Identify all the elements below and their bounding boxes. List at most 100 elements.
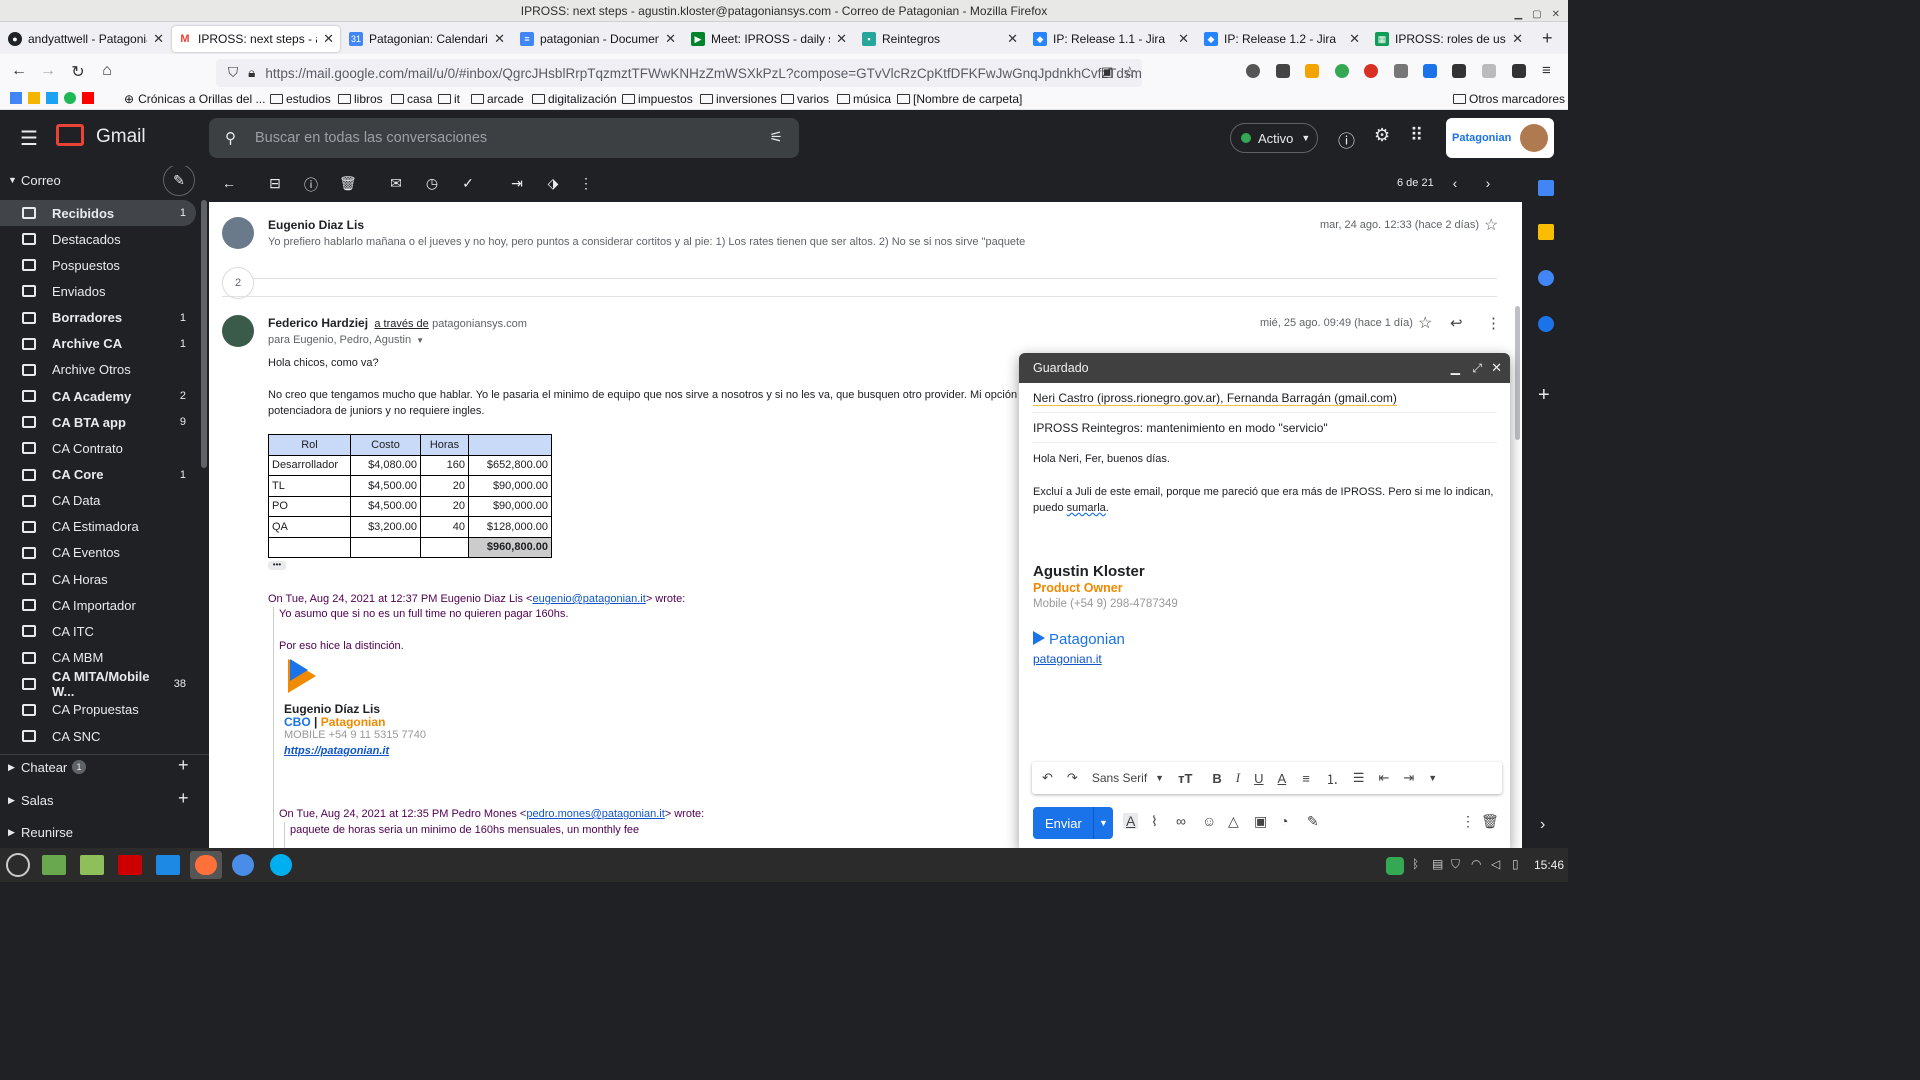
sidebar-item[interactable]: Borradores 1: [0, 305, 196, 331]
sidebar-item[interactable]: CA Eventos: [0, 540, 196, 566]
signature-pen-icon[interactable]: ✎: [1307, 813, 1319, 830]
compose-body-line[interactable]: Hola Neri, Fer, buenos días.: [1033, 453, 1170, 465]
chrome-icon[interactable]: [232, 854, 254, 876]
browser-tab-active[interactable]: MIPROSS: next steps - agus✕: [172, 26, 340, 52]
bookmark-link[interactable]: ⊕ Crónicas a Orillas del ...: [124, 92, 265, 106]
bookmark-folder[interactable]: impuestos: [622, 92, 693, 106]
expand-panel-icon[interactable]: ›: [1540, 816, 1545, 834]
forward-icon[interactable]: →: [37, 62, 59, 80]
extension-icon[interactable]: [1394, 64, 1408, 78]
bookmark-folder[interactable]: digitalización: [532, 92, 617, 106]
clipboard-icon[interactable]: ▤: [1432, 857, 1443, 871]
taskbar-firefox-active[interactable]: [190, 851, 222, 879]
send-button[interactable]: Enviar ▼: [1033, 807, 1113, 839]
drive-icon[interactable]: △: [1228, 813, 1239, 830]
extension-icon[interactable]: [1335, 64, 1349, 78]
text-color-icon[interactable]: A: [1278, 771, 1287, 786]
recipients-line[interactable]: para Eugenio, Pedro, Agustin ▼: [268, 334, 424, 346]
bookmark-folder[interactable]: libros: [338, 92, 383, 106]
content-scrollbar[interactable]: [1515, 306, 1520, 440]
sidebar-item[interactable]: CA Contrato: [0, 435, 196, 461]
expand-caret-icon[interactable]: ▶: [8, 827, 15, 838]
menu-icon[interactable]: ≡: [1542, 62, 1551, 79]
rooms-section[interactable]: Salas: [21, 793, 54, 808]
browser-tab[interactable]: ≡ patagonian - Documento ✕: [514, 26, 682, 52]
account-switcher[interactable]: Patagonian: [1446, 118, 1554, 158]
indent-more-icon[interactable]: ⇥: [1403, 770, 1414, 786]
help-icon[interactable]: ⓘ: [1338, 127, 1355, 152]
star-icon[interactable]: ☆: [1484, 215, 1498, 235]
font-select[interactable]: Sans Serif: [1092, 771, 1147, 785]
search-input[interactable]: ⚲ Buscar en todas las conversaciones ⚟: [209, 118, 799, 158]
numbered-list-icon[interactable]: ⒈: [1326, 769, 1339, 788]
close-tab-icon[interactable]: ✕: [153, 31, 164, 47]
compose-body-paragraph[interactable]: Excluí a Juli de este email, porque me p…: [1033, 484, 1503, 516]
desktop-icon[interactable]: [42, 855, 66, 875]
files-icon[interactable]: [80, 855, 104, 875]
extension-icon[interactable]: [1512, 64, 1526, 78]
tasks-icon[interactable]: [1538, 270, 1554, 286]
browser-tab[interactable]: 31Patagonian: Calendario -✕: [343, 26, 511, 52]
attach-icon[interactable]: ⌇: [1151, 813, 1158, 830]
older-chevron-icon[interactable]: ›: [1480, 175, 1496, 191]
sidebar-item[interactable]: CA Importador: [0, 592, 196, 618]
sidebar-item[interactable]: CA Academy 2: [0, 383, 196, 409]
home-icon[interactable]: ⌂: [96, 62, 118, 80]
align-icon[interactable]: ≡: [1302, 771, 1310, 786]
delete-icon[interactable]: 🗑︎: [339, 175, 357, 191]
report-spam-icon[interactable]: ⓘ: [303, 175, 319, 193]
bookmark-folder[interactable]: [Nombre de carpeta]: [897, 92, 1022, 106]
email-link[interactable]: eugenio@patagonian.it: [532, 593, 645, 605]
other-bookmarks-folder[interactable]: Otros marcadores: [1453, 92, 1565, 106]
bookmark-folder[interactable]: estudios: [270, 92, 331, 106]
sender-name[interactable]: Eugenio Diaz Lis: [268, 218, 364, 232]
more-vert-icon[interactable]: ⋮: [1486, 314, 1501, 332]
browser-tab[interactable]: ▪ Reintegros ✕: [856, 26, 1024, 52]
status-selector[interactable]: Activo ▼: [1230, 123, 1318, 153]
star-icon[interactable]: ☆: [1418, 313, 1432, 333]
bookmark-star-icon[interactable]: ☆: [1123, 63, 1136, 81]
apps-grid-icon[interactable]: ⠿: [1410, 125, 1423, 146]
close-tab-icon[interactable]: ✕: [665, 31, 676, 47]
update-icon[interactable]: [1386, 857, 1404, 875]
close-tab-icon[interactable]: ✕: [1512, 31, 1523, 47]
indent-less-icon[interactable]: ⇤: [1378, 770, 1389, 786]
sidebar-item[interactable]: CA Data: [0, 488, 196, 514]
browser-tab[interactable]: ◆ IP: Release 1.2 - Jira ✕: [1198, 26, 1366, 52]
sidebar-item[interactable]: Recibidos 1: [0, 200, 196, 226]
compose-pencil-button[interactable]: ✎: [163, 166, 195, 196]
close-tab-icon[interactable]: ✕: [1349, 31, 1360, 47]
bookmark-folder[interactable]: casa: [391, 92, 432, 106]
settings-gear-icon[interactable]: ⚙: [1374, 125, 1390, 146]
font-size-icon[interactable]: тT: [1178, 771, 1192, 786]
move-to-icon[interactable]: ⇥: [509, 175, 525, 191]
newer-chevron-icon[interactable]: ‹: [1447, 175, 1463, 191]
sidebar-scrollbar[interactable]: [201, 200, 207, 468]
bookmark-folder[interactable]: inversiones: [700, 92, 777, 106]
close-tab-icon[interactable]: ✕: [1178, 31, 1189, 47]
sidebar-item[interactable]: CA SNC: [0, 723, 196, 749]
qr-code-icon[interactable]: ▣: [1101, 64, 1113, 80]
search-options-icon[interactable]: ⚟: [770, 128, 783, 146]
keep-icon[interactable]: [1538, 224, 1554, 240]
new-tab-button[interactable]: +: [1542, 28, 1553, 49]
address-bar[interactable]: ⛉ 🔒︎ https://mail.google.com/mail/u/0/#i…: [216, 59, 1142, 87]
ublock-icon[interactable]: [1364, 64, 1378, 78]
sidebar-item[interactable]: CA Core 1: [0, 462, 196, 488]
close-tab-icon[interactable]: ✕: [323, 31, 334, 47]
close-tab-icon[interactable]: ✕: [494, 31, 505, 47]
expand-caret-icon[interactable]: ▶: [8, 795, 15, 806]
sidebar-item[interactable]: CA MITA/Mobile W... 38: [0, 669, 196, 699]
chat-section[interactable]: Chatear: [21, 760, 67, 775]
expand-caret-icon[interactable]: ▶: [8, 762, 15, 773]
calendar-icon[interactable]: [1538, 180, 1554, 196]
clock[interactable]: 15:46: [1534, 858, 1564, 872]
wifi-icon[interactable]: ◠: [1471, 857, 1481, 871]
bookmark-folder[interactable]: varios: [781, 92, 829, 106]
minimize-icon[interactable]: ▁: [1451, 353, 1460, 383]
browser-tab[interactable]: ▦IPROSS: roles de usuarios✕: [1369, 26, 1529, 52]
vscode-icon[interactable]: [156, 855, 180, 875]
skype-icon[interactable]: [270, 854, 292, 876]
discard-icon[interactable]: 🗑︎: [1481, 813, 1499, 830]
undo-icon[interactable]: ↶: [1042, 770, 1053, 786]
